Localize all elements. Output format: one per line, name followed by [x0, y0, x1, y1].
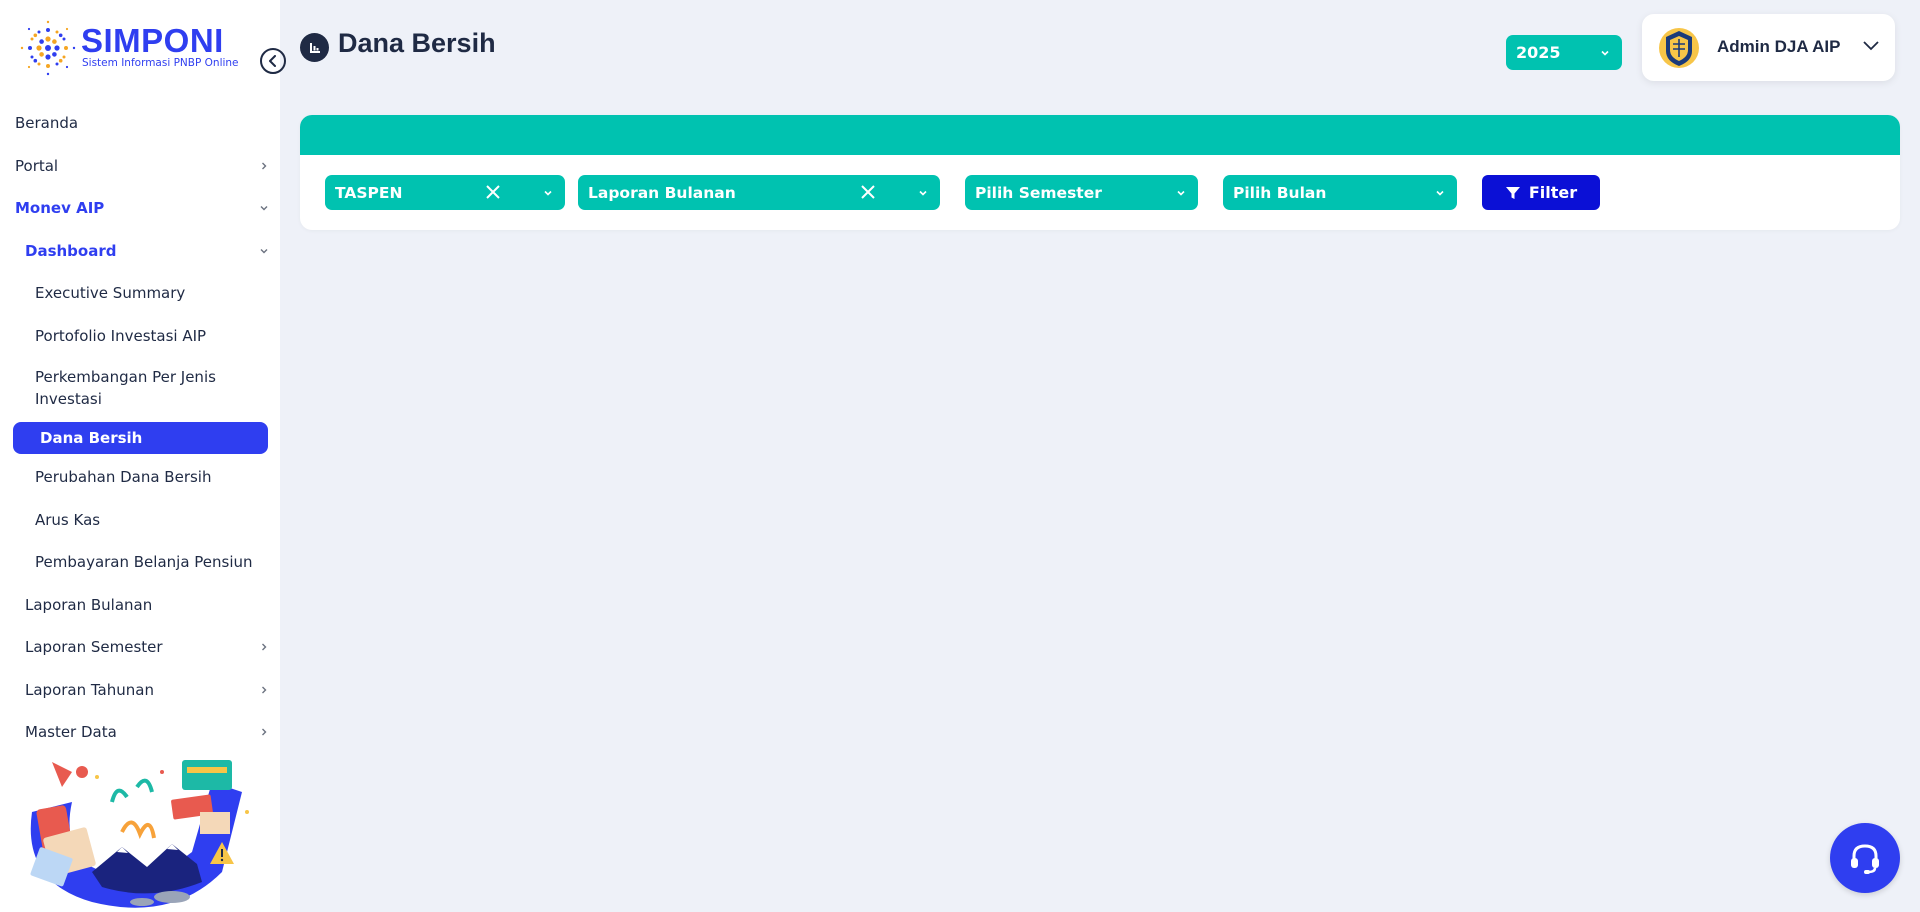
app-title: SIMPONI [81, 22, 224, 59]
sidebar-illustration [30, 760, 249, 908]
sidebar-item-laporan-bulanan[interactable]: Laporan Bulanan [0, 584, 280, 627]
sidebar-item-laporan-semester[interactable]: Laporan Semester [0, 626, 280, 669]
chevron-right-icon [262, 643, 267, 651]
sidebar: SIMPONI Sistem Informasi PNBP Online Ber… [0, 0, 286, 912]
chevron-down-icon [1177, 190, 1185, 196]
sidebar-menu: Beranda Portal Monev AIP Dashboard Execu… [0, 102, 280, 754]
filter-button[interactable]: Filter [1482, 175, 1600, 210]
sidebar-item-dashboard[interactable]: Dashboard [0, 230, 280, 273]
month-select[interactable]: Pilih Bulan [1223, 175, 1457, 210]
funnel-icon [1505, 186, 1520, 199]
sidebar-item-portofolio-investasi[interactable]: Portofolio Investasi AIP [0, 315, 280, 358]
sidebar-item-label: Master Data [25, 723, 117, 742]
chevron-left-icon [269, 55, 276, 67]
sidebar-item-label: Laporan Bulanan [25, 595, 153, 614]
sidebar-item-label: Portofolio Investasi AIP [35, 326, 207, 345]
report-type-select[interactable]: Laporan Bulanan [578, 175, 940, 210]
report-type-select-value: Laporan Bulanan [588, 183, 736, 202]
sidebar-item-label: Executive Summary [35, 284, 186, 303]
help-support-button[interactable] [1830, 823, 1900, 893]
chevron-down-icon [260, 248, 268, 254]
semester-select[interactable]: Pilih Semester [965, 175, 1198, 210]
sidebar-item-label: Portal [15, 156, 59, 175]
headset-icon [1851, 844, 1879, 874]
sidebar-item-label: Perkembangan Per Jenis Investasi [35, 367, 216, 408]
sidebar-item-portal[interactable]: Portal [0, 145, 280, 188]
chevron-down-icon [260, 206, 268, 211]
sidebar-item-label: Dana Bersih [40, 429, 143, 447]
sidebar-item-dana-bersih[interactable]: Dana Bersih [0, 418, 280, 456]
sidebar-item-active-pill[interactable]: Dana Bersih [13, 422, 268, 454]
chart-bar-icon [309, 42, 320, 53]
clear-icon[interactable] [485, 184, 501, 200]
sidebar-item-master-data[interactable]: Master Data [0, 711, 280, 754]
sidebar-item-perubahan-dana-bersih[interactable]: Perubahan Dana Bersih [0, 456, 280, 499]
month-select-placeholder: Pilih Bulan [1233, 183, 1327, 202]
sidebar-item-beranda[interactable]: Beranda [0, 102, 280, 145]
sidebar-item-label: Laporan Tahunan [25, 680, 154, 699]
sidebar-item-label: Monev AIP [15, 199, 105, 218]
chevron-down-icon [1601, 50, 1609, 56]
sidebar-item-label: Dashboard [25, 241, 117, 260]
institution-select-value: TASPEN [335, 183, 403, 202]
chevron-down-icon [1436, 190, 1444, 196]
year-select[interactable]: 2025 [1506, 35, 1622, 70]
sidebar-collapse-button[interactable] [260, 48, 286, 74]
sidebar-item-arus-kas[interactable]: Arus Kas [0, 499, 280, 542]
sidebar-item-executive-summary[interactable]: Executive Summary [0, 272, 280, 315]
year-select-value: 2025 [1516, 43, 1561, 62]
simponi-logo-icon [20, 20, 76, 76]
chevron-down-icon [919, 190, 927, 196]
page-title: Dana Bersih [338, 28, 496, 58]
filter-button-label: Filter [1528, 183, 1578, 202]
institution-select[interactable]: TASPEN [325, 175, 565, 210]
user-name: Admin DJA AIP [1717, 37, 1841, 56]
sidebar-item-perkembangan-jenis-investasi[interactable]: Perkembangan Per Jenis Investasi [0, 357, 280, 418]
filter-card: TASPEN Laporan Bulanan Pilih Semester Pi… [300, 115, 1900, 230]
app-logo[interactable]: SIMPONI Sistem Informasi PNBP Online [18, 18, 286, 80]
sidebar-item-label: Beranda [15, 114, 79, 133]
user-menu[interactable]: Admin DJA AIP [1642, 14, 1895, 81]
chevron-down-icon [544, 190, 552, 196]
sidebar-item-label: Pembayaran Belanja Pensiun [35, 553, 253, 572]
chevron-right-icon [262, 728, 267, 736]
page-title-icon [300, 33, 329, 62]
chevron-down-icon [1863, 41, 1879, 51]
clear-icon[interactable] [860, 184, 876, 200]
chevron-right-icon [262, 162, 267, 170]
sidebar-item-monev-aip[interactable]: Monev AIP [0, 187, 280, 230]
semester-select-placeholder: Pilih Semester [975, 183, 1102, 202]
kemenkeu-emblem-icon [1659, 28, 1699, 68]
app-subtitle: Sistem Informasi PNBP Online [82, 57, 239, 69]
sidebar-item-pembayaran-belanja-pensiun[interactable]: Pembayaran Belanja Pensiun [0, 541, 280, 584]
sidebar-item-label: Perubahan Dana Bersih [35, 468, 212, 487]
chevron-right-icon [262, 686, 267, 694]
sidebar-item-label: Arus Kas [35, 510, 101, 529]
sidebar-item-label: Laporan Semester [25, 638, 163, 657]
filter-card-header [300, 115, 1900, 155]
sidebar-item-laporan-tahunan[interactable]: Laporan Tahunan [0, 669, 280, 712]
